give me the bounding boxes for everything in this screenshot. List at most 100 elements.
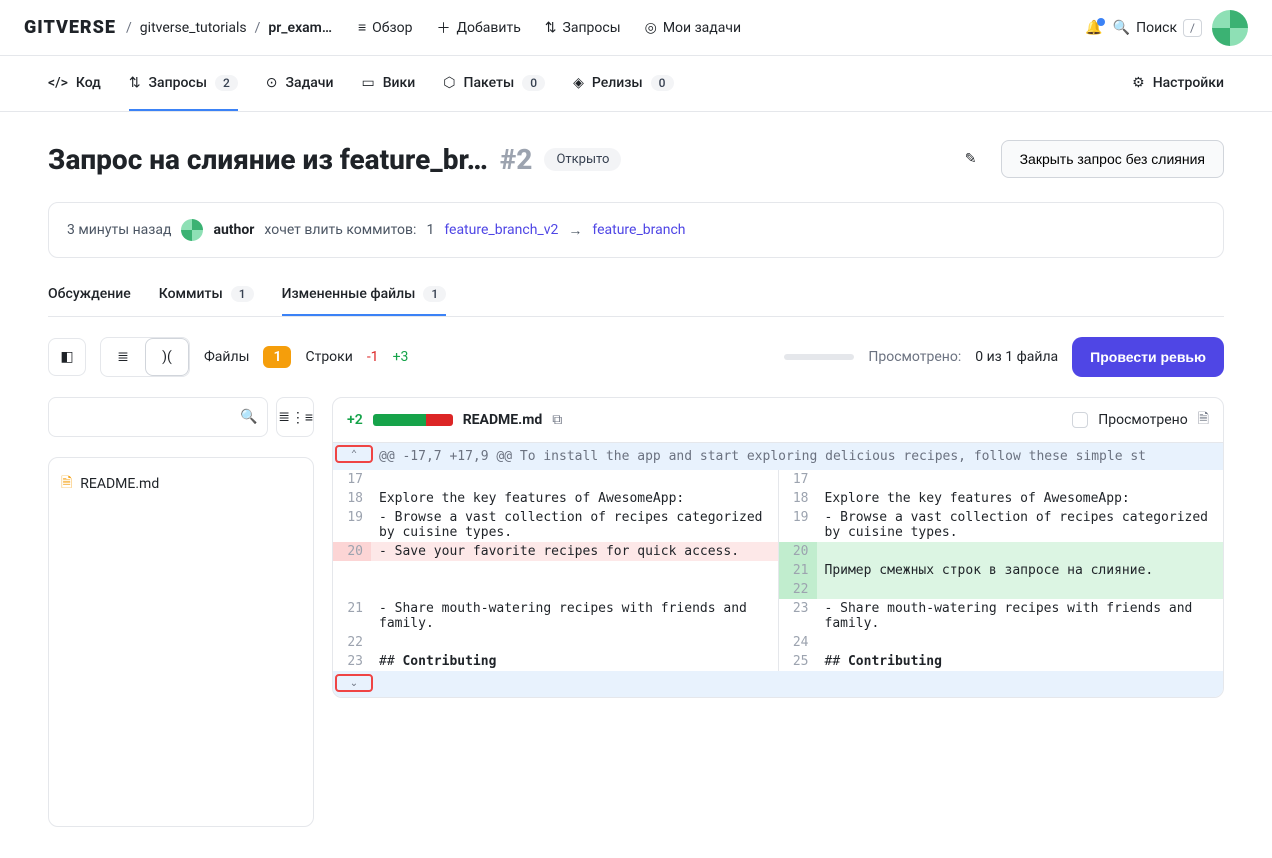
status-badge: Открыто	[544, 148, 621, 171]
diff-line[interactable]: 20- Save your favorite recipes for quick…	[333, 542, 778, 561]
line-number: 17	[779, 470, 817, 489]
diff-left-column: 1718Explore the key features of AwesomeA…	[333, 470, 779, 671]
tab-wiki[interactable]: ▭Вики	[361, 56, 415, 111]
diff-line[interactable]: 21Пример смежных строк в запросе на слия…	[779, 561, 1224, 580]
diff-line[interactable]: 22	[779, 580, 1224, 599]
diff-line[interactable]: 19- Browse a vast collection of recipes …	[779, 508, 1224, 542]
author-name[interactable]: author	[213, 222, 254, 238]
prtab-discussion[interactable]: Обсуждение	[48, 274, 131, 316]
notifications-button[interactable]: 🔔	[1085, 20, 1102, 36]
nav-add[interactable]: ＋Добавить	[437, 18, 521, 38]
breadcrumb-repo[interactable]: pr_exam…	[268, 20, 332, 36]
close-pr-button[interactable]: Закрыть запрос без слияния	[1001, 140, 1224, 178]
pr-tabs: Обсуждение Коммиты1 Измененные файлы1	[48, 274, 1224, 317]
search-icon: 🔍	[240, 409, 257, 425]
topnav: ≡Обзор ＋Добавить ⇅Запросы ◎Мои задачи	[358, 18, 741, 38]
tab-code[interactable]: </>Код	[48, 56, 101, 111]
pencil-icon: ✎	[965, 151, 977, 167]
edit-title-button[interactable]: ✎	[953, 141, 989, 177]
tree-list-button[interactable]: ≣	[277, 398, 290, 436]
file-search-input[interactable]	[59, 409, 240, 425]
tab-settings[interactable]: ⚙Настройки	[1132, 56, 1224, 111]
diff-line[interactable]: 23## Contributing	[333, 652, 778, 671]
split-icon: )(	[162, 349, 172, 365]
code-content: - Share mouth-watering recipes with frie…	[371, 599, 778, 633]
diff-panel: +2 README.md ⧉ Просмотрено 🗎 ⌃ @@ -17,7 …	[332, 397, 1224, 698]
tab-packages[interactable]: ⬡Пакеты0	[443, 56, 545, 111]
pr-icon: ⇅	[129, 75, 141, 91]
line-number: 18	[779, 489, 817, 508]
line-number: 22	[779, 580, 817, 599]
diff-line[interactable]	[333, 580, 778, 599]
logo[interactable]: GITVERSE	[24, 17, 116, 38]
code-icon: </>	[48, 75, 68, 91]
search-button[interactable]: 🔍Поиск/	[1113, 19, 1202, 37]
diff-line[interactable]: 23- Share mouth-watering recipes with fr…	[779, 599, 1224, 633]
line-number: 21	[333, 599, 371, 633]
split-view-button[interactable]: )(	[145, 338, 189, 376]
diff-view-toggle: ≣ )(	[100, 337, 190, 377]
line-number: 22	[333, 633, 371, 652]
diff-line[interactable]: 17	[779, 470, 1224, 489]
diff-line[interactable]: 25## Contributing	[779, 652, 1224, 671]
author-avatar[interactable]	[181, 219, 203, 241]
viewed-checkbox[interactable]	[1072, 412, 1088, 428]
search-kbd: /	[1183, 19, 1202, 37]
file-search[interactable]: 🔍	[48, 397, 268, 437]
tab-releases[interactable]: ◈Релизы0	[573, 56, 673, 111]
expand-down-button[interactable]: ⌄	[335, 674, 373, 692]
diff-filename: README.md	[463, 412, 543, 428]
code-content: - Save your favorite recipes for quick a…	[371, 542, 778, 561]
code-content: - Share mouth-watering recipes with frie…	[817, 599, 1224, 633]
file-tree: 🗎 README.md	[48, 457, 314, 827]
line-number	[333, 561, 371, 580]
diff-stat: +2	[347, 412, 363, 428]
code-content	[371, 580, 778, 599]
diff-line[interactable]: 18Explore the key features of AwesomeApp…	[333, 489, 778, 508]
breadcrumb-org[interactable]: gitverse_tutorials	[140, 20, 247, 36]
hunk-header: ⌃ @@ -17,7 +17,9 @@ To install the app a…	[333, 443, 1223, 470]
nav-overview[interactable]: ≡Обзор	[358, 19, 413, 36]
diff-line[interactable]: 24	[779, 633, 1224, 652]
source-branch[interactable]: feature_branch_v2	[444, 222, 558, 238]
code-content: ## Contributing	[371, 652, 778, 671]
diff-line[interactable]: 21- Share mouth-watering recipes with fr…	[333, 599, 778, 633]
toggle-tree-button[interactable]: ◧	[48, 338, 86, 376]
diff-line[interactable]: 18Explore the key features of AwesomeApp…	[779, 489, 1224, 508]
unified-view-button[interactable]: ≣	[101, 338, 145, 376]
code-content	[817, 542, 1224, 561]
diff-line[interactable]	[333, 561, 778, 580]
tree-nested-button[interactable]: ⋮≡	[291, 398, 313, 436]
tab-requests[interactable]: ⇅Запросы2	[129, 56, 238, 111]
code-content: - Browse a vast collection of recipes ca…	[371, 508, 778, 542]
line-number: 18	[333, 489, 371, 508]
prtab-files[interactable]: Измененные файлы1	[282, 274, 447, 316]
prtab-commits[interactable]: Коммиты1	[159, 274, 254, 316]
code-content	[371, 633, 778, 652]
expand-up-button[interactable]: ⌃	[335, 445, 373, 463]
tab-issues[interactable]: ⊙Задачи	[266, 56, 334, 111]
diff-line[interactable]: 17	[333, 470, 778, 489]
file-copy-icon[interactable]: 🗎	[1198, 408, 1209, 432]
pr-time: 3 минуты назад	[67, 222, 171, 238]
diff-line[interactable]: 20	[779, 542, 1224, 561]
diff-line[interactable]: 22	[333, 633, 778, 652]
target-icon: ◎	[645, 20, 657, 36]
code-content: Explore the key features of AwesomeApp:	[371, 489, 778, 508]
avatar[interactable]	[1212, 10, 1248, 46]
code-content: ## Contributing	[817, 652, 1224, 671]
topbar: GITVERSE / gitverse_tutorials / pr_exam……	[0, 0, 1272, 56]
diff-file-header: +2 README.md ⧉ Просмотрено 🗎	[333, 398, 1223, 443]
target-branch[interactable]: feature_branch	[592, 222, 685, 238]
repo-tabs: </>Код ⇅Запросы2 ⊙Задачи ▭Вики ⬡Пакеты0 …	[0, 56, 1272, 112]
nav-requests[interactable]: ⇅Запросы	[545, 20, 621, 36]
sliders-icon: ⚙	[1132, 75, 1145, 91]
copy-icon[interactable]: ⧉	[552, 412, 562, 428]
review-button[interactable]: Провести ревью	[1072, 337, 1224, 377]
file-name: README.md	[80, 476, 159, 492]
diff-line[interactable]: 19- Browse a vast collection of recipes …	[333, 508, 778, 542]
file-tree-item[interactable]: 🗎 README.md	[49, 464, 313, 504]
line-number: 23	[333, 652, 371, 671]
code-content	[371, 470, 778, 489]
nav-tasks[interactable]: ◎Мои задачи	[645, 20, 741, 36]
